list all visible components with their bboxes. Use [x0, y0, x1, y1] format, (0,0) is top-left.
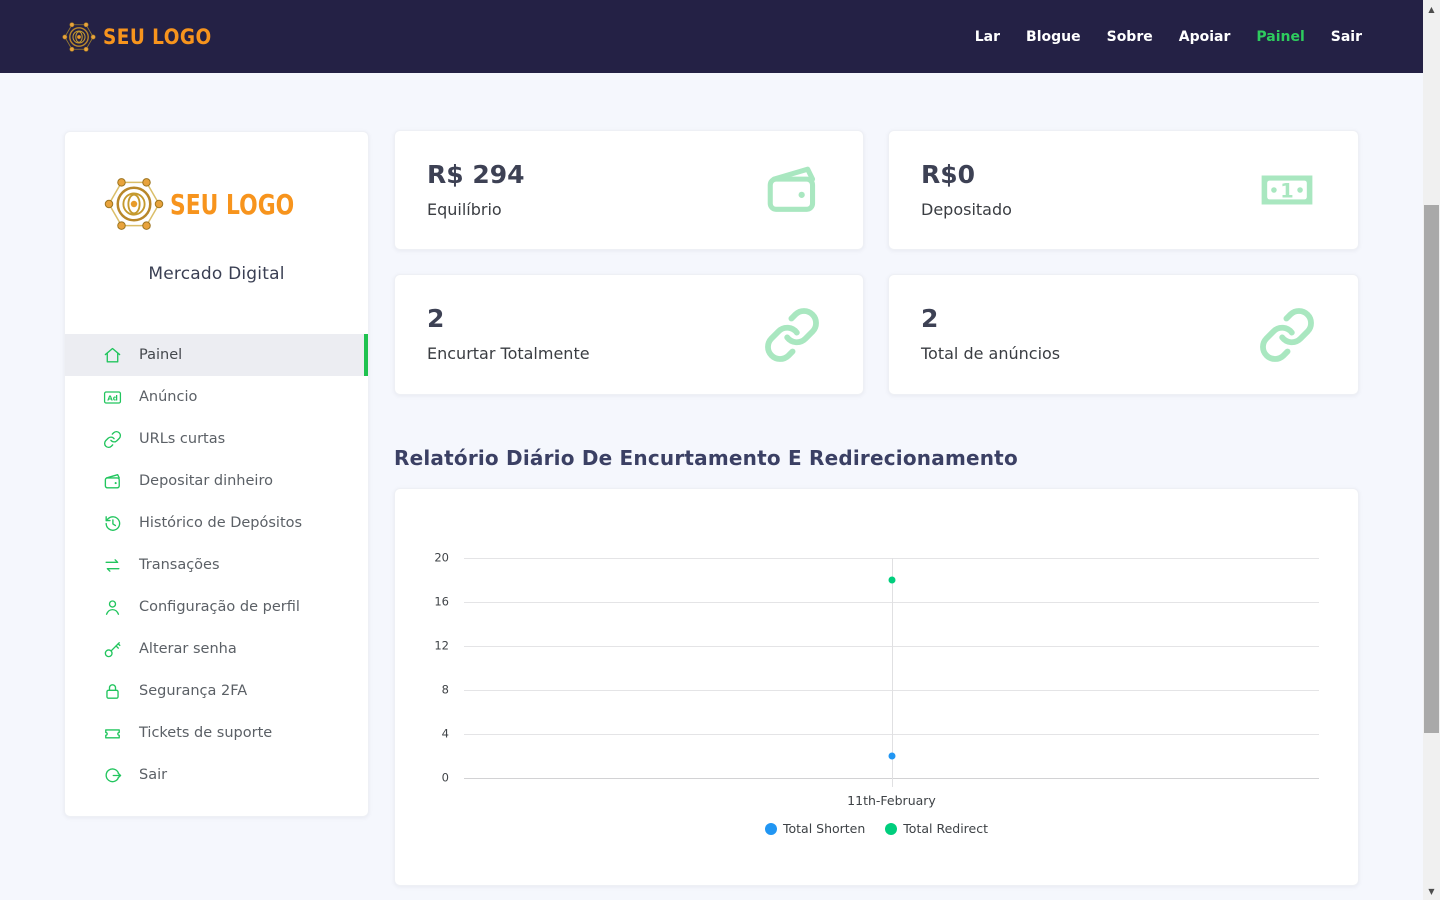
legend-dot-icon — [765, 823, 777, 835]
navbar-links: Lar Blogue Sobre Apoiar Painel Sair — [975, 0, 1362, 73]
x-axis-label: 11th-February — [847, 793, 936, 808]
sidebar-item-alterar-senha[interactable]: Alterar senha — [65, 628, 368, 670]
banknote-icon — [1258, 161, 1316, 219]
stat-card-deposited: R$0 Depositado — [888, 130, 1359, 250]
ad-icon — [103, 388, 122, 407]
wallet-icon — [763, 161, 821, 219]
key-icon — [103, 640, 122, 659]
chart-point-total-shorten — [888, 753, 895, 760]
y-axis-tick: 12 — [434, 639, 449, 653]
nav-link-blogue[interactable]: Blogue — [1026, 29, 1081, 45]
stat-card-total-shorten: 2 Encurtar Totalmente — [394, 274, 864, 395]
page-scrollbar[interactable]: ▲ ▼ — [1423, 0, 1440, 900]
sidebar-item-label: Depositar dinheiro — [139, 473, 273, 489]
sidebar-item-label: Tickets de suporte — [139, 725, 272, 741]
brand-logo[interactable]: SEU LOGO — [62, 20, 226, 54]
sidebar-item-label: Alterar senha — [139, 641, 237, 657]
y-axis-tick: 4 — [442, 727, 449, 741]
stat-value: R$ 294 — [427, 160, 525, 189]
logout-icon — [103, 766, 122, 785]
chart-card: 04812162011th-February Total ShortenTota… — [394, 488, 1359, 886]
sidebar-item-painel[interactable]: Painel — [65, 334, 368, 376]
sidebar-item-historico-de-depositos[interactable]: Histórico de Depósitos — [65, 502, 368, 544]
brand-text: SEU LOGO — [103, 25, 212, 49]
scrollbar-thumb[interactable] — [1424, 205, 1439, 733]
stat-label: Equilíbrio — [427, 200, 502, 219]
sidebar-brand-text: SEU LOGO — [170, 188, 294, 221]
sidebar-item-anuncio[interactable]: Anúncio — [65, 376, 368, 418]
nav-link-apoiar[interactable]: Apoiar — [1179, 29, 1231, 45]
stat-value: 2 — [921, 304, 938, 333]
sidebar-item-label: Painel — [139, 347, 182, 363]
nav-link-sobre[interactable]: Sobre — [1107, 29, 1153, 45]
legend-item-total-redirect: Total Redirect — [885, 821, 988, 836]
sidebar-item-transacoes[interactable]: Transações — [65, 544, 368, 586]
history-icon — [103, 514, 122, 533]
y-axis-tick: 20 — [434, 551, 449, 565]
sidebar-item-configuracao-de-perfil[interactable]: Configuração de perfil — [65, 586, 368, 628]
sidebar-item-label: URLs curtas — [139, 431, 225, 447]
stat-value: 2 — [427, 304, 444, 333]
ticket-icon — [103, 724, 122, 743]
y-axis-tick: 16 — [434, 595, 449, 609]
scrollbar-up-arrow[interactable]: ▲ — [1423, 2, 1440, 16]
link-icon — [103, 430, 122, 449]
legend-dot-icon — [885, 823, 897, 835]
nav-link-painel[interactable]: Painel — [1256, 29, 1304, 45]
y-axis-tick: 0 — [442, 771, 449, 785]
sidebar-logo: SEU LOGO — [65, 174, 368, 234]
legend-label: Total Redirect — [903, 821, 988, 836]
stat-label: Encurtar Totalmente — [427, 344, 590, 363]
nav-link-lar[interactable]: Lar — [975, 29, 1000, 45]
sidebar-item-depositar-dinheiro[interactable]: Depositar dinheiro — [65, 460, 368, 502]
sidebar-item-label: Histórico de Depósitos — [139, 515, 302, 531]
transfer-icon — [103, 556, 122, 575]
stat-label: Total de anúncios — [921, 344, 1060, 363]
sidebar-menu: Painel Anúncio URLs curtas Depositar din… — [65, 334, 368, 796]
scrollbar-down-arrow[interactable]: ▼ — [1423, 884, 1440, 898]
sidebar-item-tickets-de-suporte[interactable]: Tickets de suporte — [65, 712, 368, 754]
link-icon — [763, 306, 821, 364]
sidebar-title: Mercado Digital — [65, 264, 368, 284]
wallet-icon — [103, 472, 122, 491]
sidebar-item-label: Transações — [139, 557, 220, 573]
lock-icon — [103, 682, 122, 701]
sidebar-item-label: Sair — [139, 767, 167, 783]
chart-section-title: Relatório Diário De Encurtamento E Redir… — [394, 446, 1018, 470]
stat-value: R$0 — [921, 160, 975, 189]
stat-card-balance: R$ 294 Equilíbrio — [394, 130, 864, 250]
sidebar-item-label: Configuração de perfil — [139, 599, 300, 615]
stat-card-total-ads: 2 Total de anúncios — [888, 274, 1359, 395]
chart-plot: 04812162011th-February — [464, 558, 1319, 778]
nav-link-sair[interactable]: Sair — [1331, 29, 1362, 45]
home-icon — [103, 346, 122, 365]
sidebar-emblem-icon — [104, 174, 164, 234]
user-icon — [103, 598, 122, 617]
chart-legend: Total Shorten Total Redirect — [395, 821, 1358, 836]
y-axis-tick: 8 — [442, 683, 449, 697]
sidebar-item-label: Anúncio — [139, 389, 197, 405]
top-navbar: SEU LOGO Lar Blogue Sobre Apoiar Painel … — [0, 0, 1440, 73]
sidebar-item-sair[interactable]: Sair — [65, 754, 368, 796]
legend-item-total-shorten: Total Shorten — [765, 821, 865, 836]
chart-point-total-redirect — [888, 577, 895, 584]
sidebar-item-label: Segurança 2FA — [139, 683, 247, 699]
link-icon — [1258, 306, 1316, 364]
sidebar: SEU LOGO Mercado Digital Painel Anúncio … — [64, 131, 369, 817]
brand-emblem-icon — [62, 20, 96, 54]
stat-label: Depositado — [921, 200, 1012, 219]
sidebar-item-seguranca-2fa[interactable]: Segurança 2FA — [65, 670, 368, 712]
sidebar-item-urls-curtas[interactable]: URLs curtas — [65, 418, 368, 460]
legend-label: Total Shorten — [783, 821, 865, 836]
